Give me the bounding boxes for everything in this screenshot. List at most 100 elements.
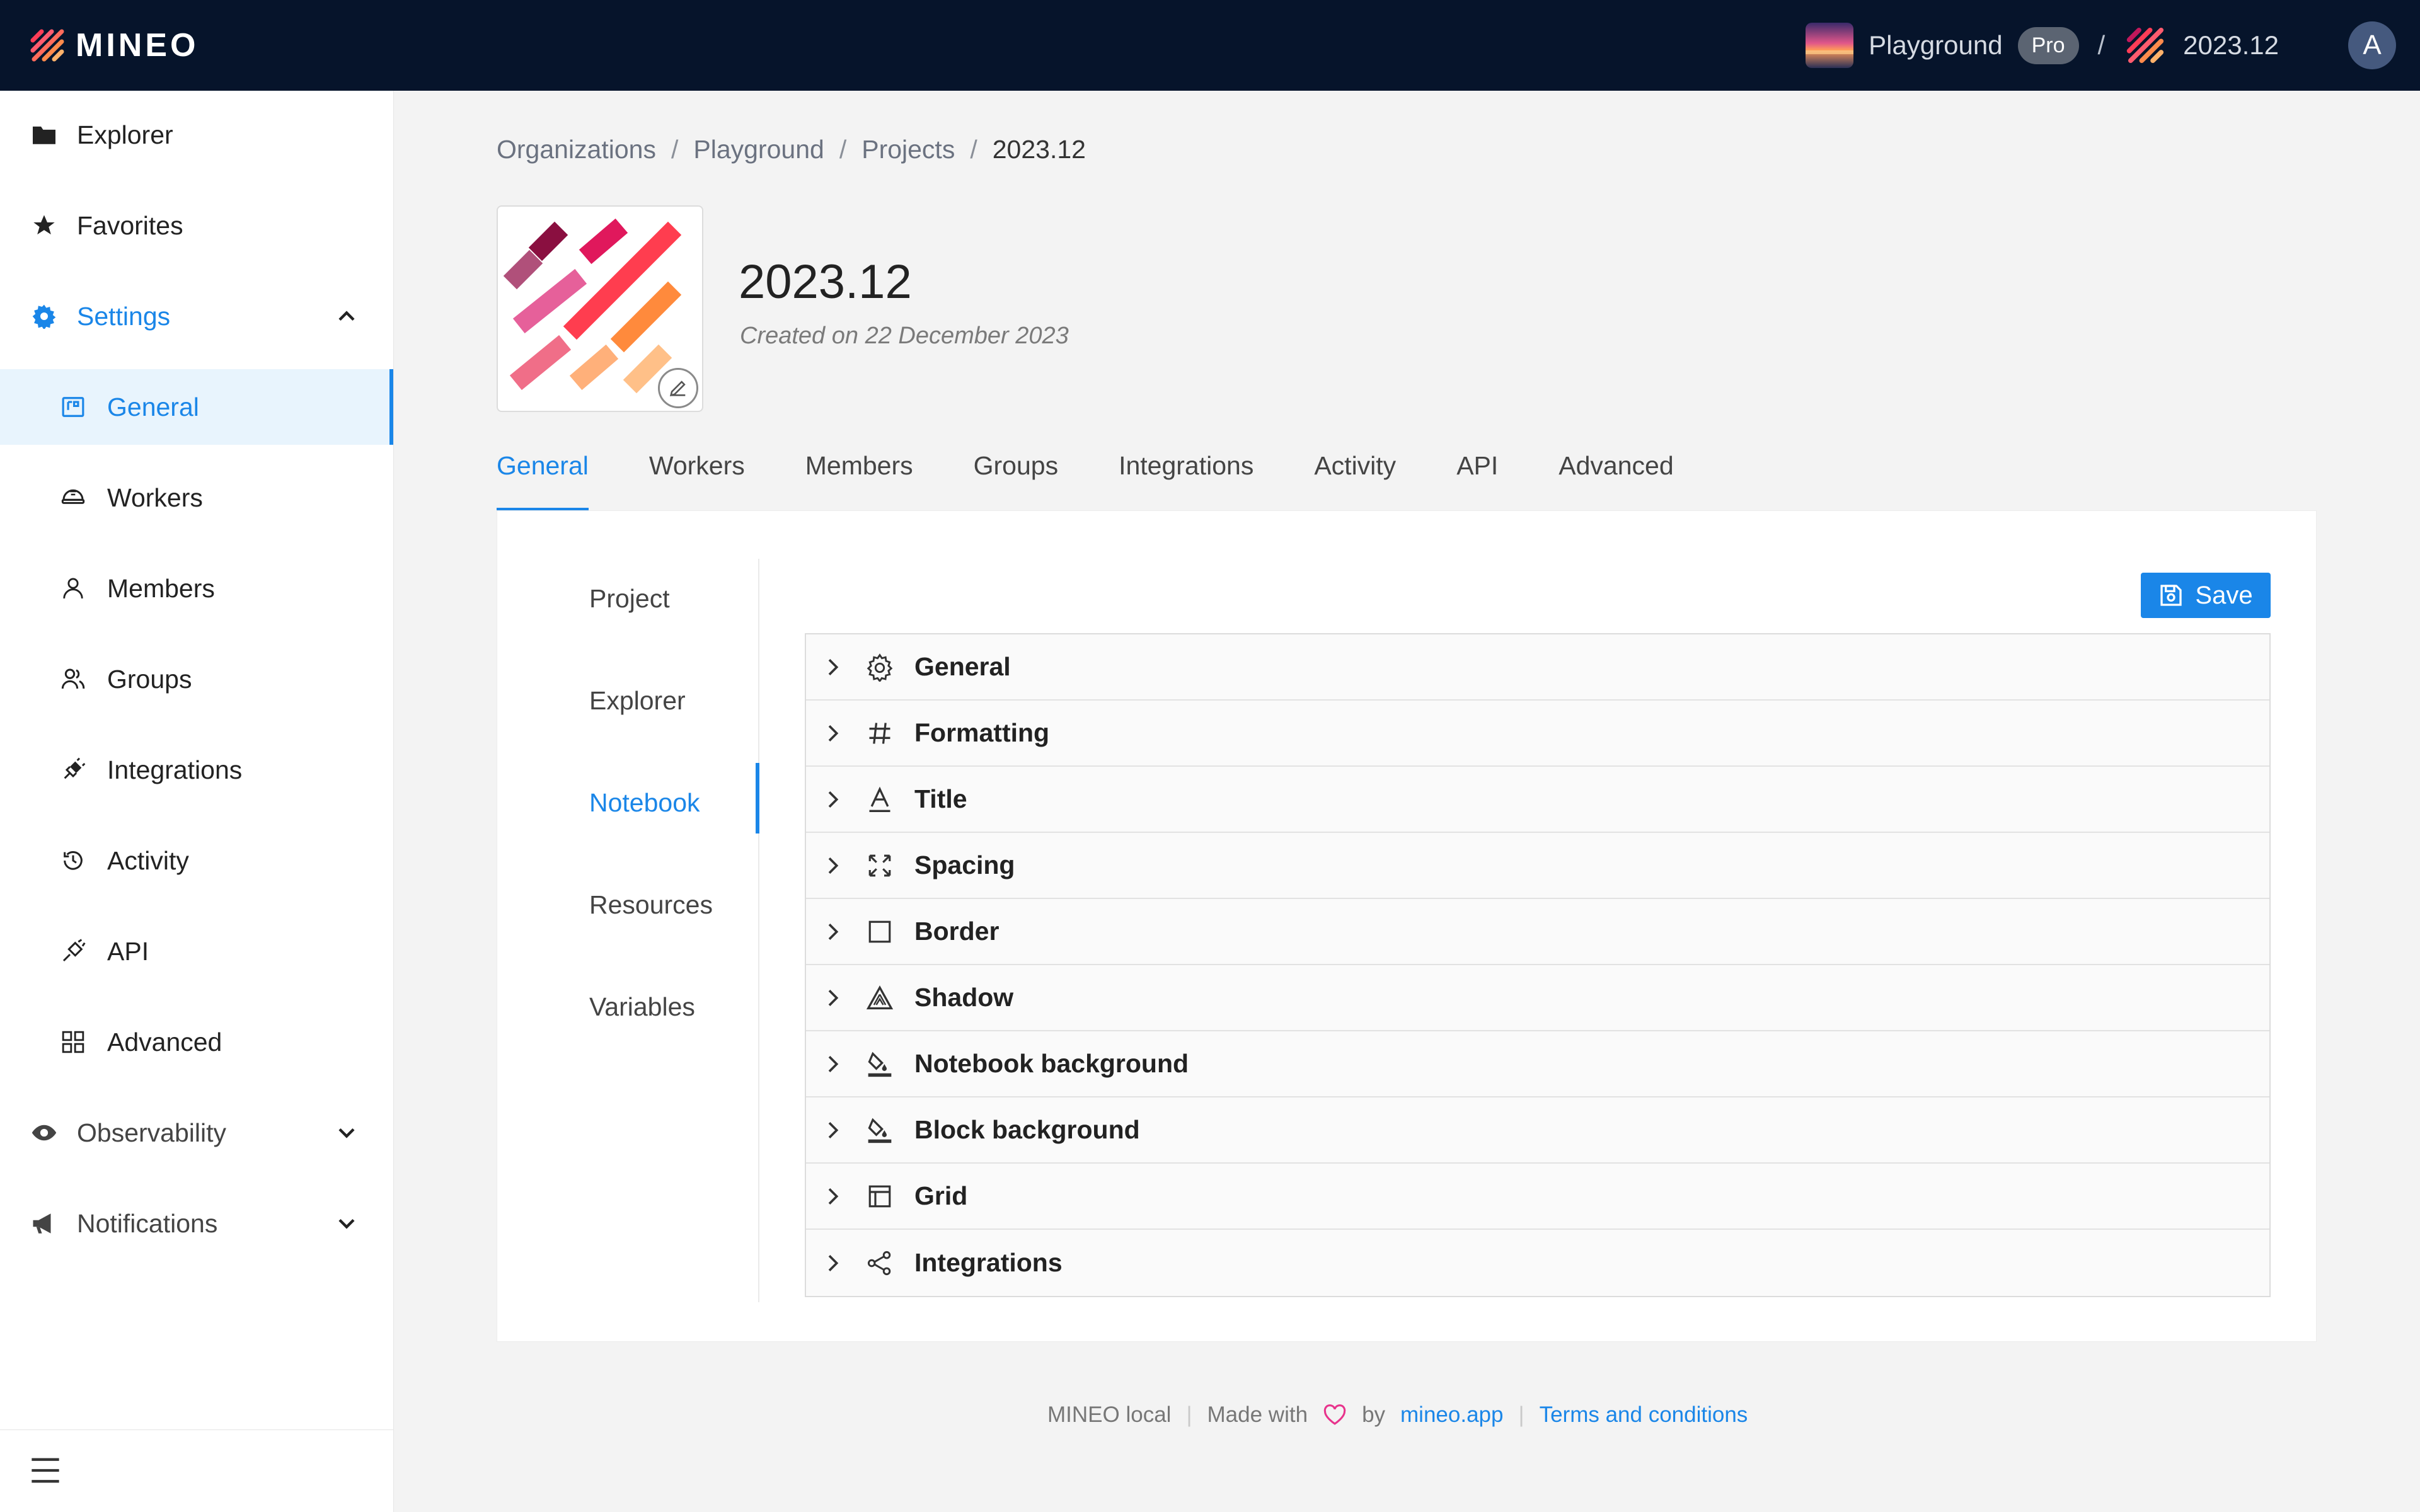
sidebar-item-advanced[interactable]: Advanced [0,1004,393,1080]
chevron-right-icon [820,1251,845,1276]
sidebar-item-favorites[interactable]: Favorites [0,188,393,263]
top-right-nav: Playground Pro / 2023.12 A [1806,0,2420,91]
chevron-up-icon [333,302,360,330]
heart-icon [1323,1404,1347,1426]
accordion-item-notebook-background[interactable]: Notebook background [806,1031,2269,1097]
sidebar-item-workers[interactable]: Workers [0,460,393,536]
sidebar-item-api[interactable]: API [0,914,393,989]
sidebar-item-integrations[interactable]: Integrations [0,732,393,808]
chevron-right-icon [820,655,845,680]
project-logo-icon [2124,25,2168,66]
sidebar-item-members[interactable]: Members [0,551,393,626]
sidebar-item-label: Members [107,573,215,603]
subnav-resources[interactable]: Resources [589,890,713,920]
top-bar: MINEO Playground Pro / 2023.12 A [0,0,2420,91]
tab-members[interactable]: Members [805,440,913,510]
sidebar-item-label: Integrations [107,755,243,784]
footer-separator: | [1186,1402,1192,1427]
breadcrumb-current: 2023.12 [992,135,1086,164]
sidebar-item-groups[interactable]: Groups [0,641,393,717]
current-project-name[interactable]: 2023.12 [2183,30,2279,60]
folder-icon [30,121,58,149]
sidebar: Explorer Favorites Settings General Work… [0,91,394,1512]
brand-name: MINEO [76,27,199,64]
sidebar-item-label: API [107,936,149,966]
plan-badge: Pro [2017,26,2079,64]
subnav-notebook[interactable]: Notebook [589,788,700,818]
sidebar-item-label: Workers [107,483,203,512]
subnav-divider [758,559,759,1302]
tab-workers[interactable]: Workers [649,440,745,510]
brand-logo[interactable]: MINEO [29,25,199,66]
breadcrumb-playground[interactable]: Playground [693,135,824,164]
accordion-label: Notebook background [914,1049,1189,1078]
history-icon [59,847,87,874]
accordion-item-grid[interactable]: Grid [806,1164,2269,1230]
accordion-item-formatting[interactable]: Formatting [806,701,2269,767]
sidebar-item-label: Advanced [107,1027,222,1057]
hash-icon [864,718,896,749]
accordion-item-border[interactable]: Border [806,899,2269,965]
subnav-variables[interactable]: Variables [589,992,695,1022]
breadcrumb-separator: / [2097,30,2106,60]
workspace-thumbnail[interactable] [1806,23,1854,68]
megaphone-icon [30,1210,58,1237]
breadcrumb-projects[interactable]: Projects [861,135,955,164]
worker-icon [59,484,87,512]
footer-terms-link[interactable]: Terms and conditions [1540,1402,1748,1428]
chevron-right-icon [820,1184,845,1209]
mineo-logo-icon [29,26,67,64]
save-button[interactable]: Save [2141,573,2271,618]
accordion-item-title[interactable]: Title [806,767,2269,833]
chevron-right-icon [820,1051,845,1077]
subnav-project[interactable]: Project [589,584,670,614]
sidebar-item-label: Explorer [77,120,173,149]
breadcrumb-organizations[interactable]: Organizations [497,135,656,164]
sidebar-item-observability[interactable]: Observability [0,1095,393,1171]
settings-panel: Project Explorer Notebook Resources Vari… [497,510,2317,1342]
group-icon [59,665,87,693]
hamburger-menu-icon[interactable] [29,1455,62,1486]
chevron-right-icon [820,1118,845,1143]
tab-activity[interactable]: Activity [1314,440,1396,510]
accordion-label: Block background [914,1115,1140,1144]
eye-icon [30,1119,58,1147]
sidebar-item-settings[interactable]: Settings [0,278,393,354]
sidebar-item-explorer[interactable]: Explorer [0,97,393,173]
table-icon [864,1181,896,1212]
sidebar-item-activity[interactable]: Activity [0,823,393,898]
star-icon [30,212,58,239]
tab-groups[interactable]: Groups [974,440,1058,510]
workspace-name[interactable]: Playground [1869,30,2002,60]
paint-bucket-icon [864,1114,896,1146]
breadcrumb-separator: / [839,135,847,164]
tab-general[interactable]: General [497,440,589,512]
sidebar-item-label: Favorites [77,210,183,240]
accordion-item-general[interactable]: General [806,634,2269,701]
share-icon [864,1247,896,1279]
accordion-item-shadow[interactable]: Shadow [806,965,2269,1031]
plug-icon [59,756,87,784]
accordion-label: Title [914,784,967,813]
footer-by: by [1362,1402,1386,1427]
notebook-settings-accordion: General Formatting Title Spacing Border … [805,633,2271,1297]
edit-logo-button[interactable] [658,368,698,408]
tab-integrations[interactable]: Integrations [1119,440,1253,510]
gear-icon [30,302,58,330]
sidebar-item-general[interactable]: General [0,369,393,445]
accordion-label: Formatting [914,718,1050,747]
subnav-explorer[interactable]: Explorer [589,686,686,716]
accordion-item-spacing[interactable]: Spacing [806,833,2269,899]
sidebar-item-notifications[interactable]: Notifications [0,1186,393,1261]
accordion-item-integrations[interactable]: Integrations [806,1230,2269,1296]
accordion-item-block-background[interactable]: Block background [806,1097,2269,1164]
footer-site-link[interactable]: mineo.app [1400,1402,1503,1428]
person-icon [59,575,87,602]
sidebar-item-label: Groups [107,664,192,694]
accordion-label: Integrations [914,1248,1063,1277]
tab-advanced[interactable]: Advanced [1559,440,1673,510]
user-avatar[interactable]: A [2348,21,2396,69]
expand-icon [864,850,896,881]
tab-api[interactable]: API [1456,440,1498,510]
page-footer: MINEO local | Made with by mineo.app | T… [1047,1402,1748,1428]
